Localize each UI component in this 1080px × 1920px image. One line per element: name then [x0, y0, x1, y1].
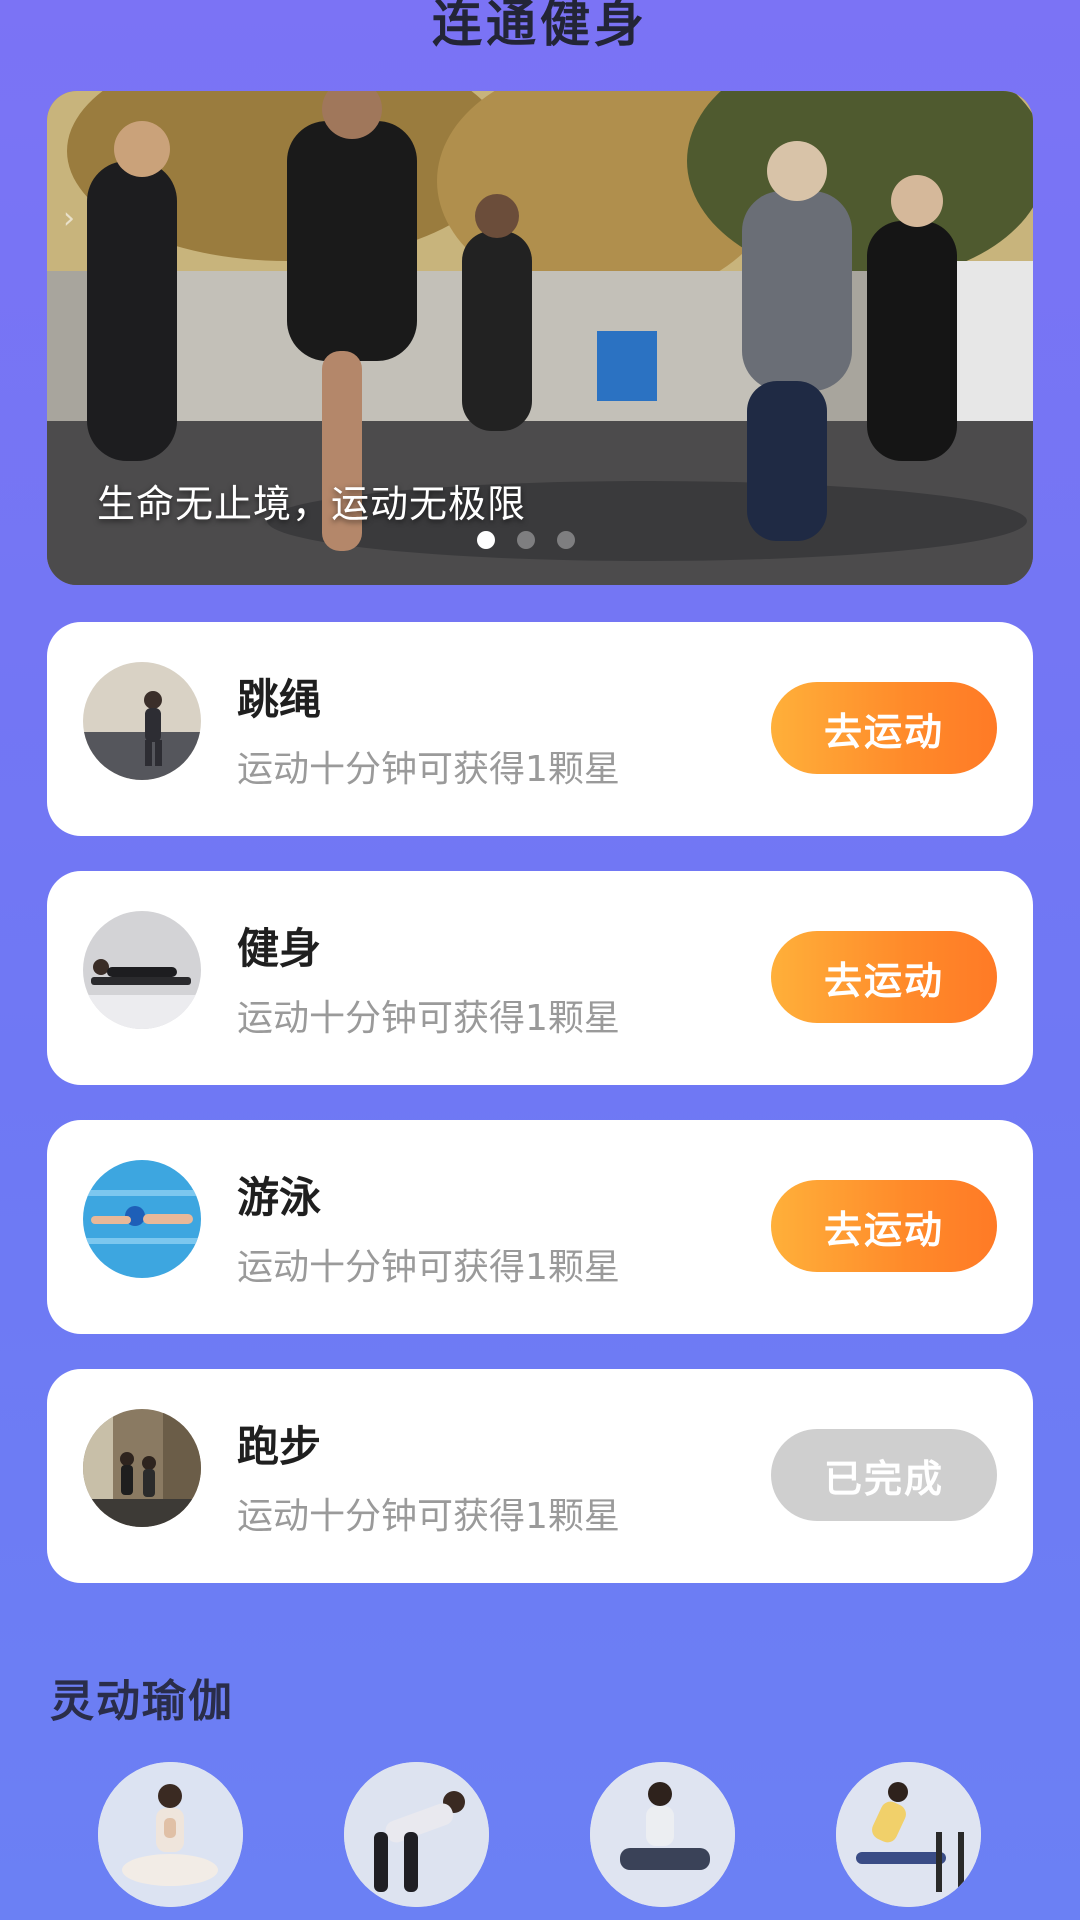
- yoga-bend-photo[interactable]: [344, 1762, 489, 1907]
- jump-rope-photo: [83, 662, 201, 780]
- yoga-seated-photo[interactable]: [590, 1762, 735, 1907]
- carousel-dot[interactable]: [517, 531, 535, 549]
- activity-card-jump-rope[interactable]: 跳绳 运动十分钟可获得1颗星 去运动: [47, 622, 1033, 836]
- yoga-chair-photo[interactable]: [836, 1762, 981, 1907]
- activity-name: 游泳: [237, 1173, 322, 1222]
- activity-desc: 运动十分钟可获得1颗星: [237, 998, 620, 1039]
- banner-caption: 生命无止境，运动无极限: [97, 482, 527, 526]
- yoga-list: [98, 1762, 982, 1912]
- activity-name: 跳绳: [237, 675, 322, 724]
- yoga-meditation-photo[interactable]: [98, 1762, 243, 1907]
- carousel-indicator: [477, 531, 575, 549]
- running-photo: [83, 1409, 201, 1527]
- activity-card-swimming[interactable]: 游泳 运动十分钟可获得1颗星 去运动: [47, 1120, 1033, 1334]
- start-exercise-button[interactable]: 去运动: [771, 682, 997, 774]
- start-exercise-button[interactable]: 去运动: [771, 1180, 997, 1272]
- activity-card-fitness[interactable]: 健身 运动十分钟可获得1颗星 去运动: [47, 871, 1033, 1085]
- activity-name: 跑步: [237, 1422, 322, 1471]
- start-exercise-button[interactable]: 去运动: [771, 931, 997, 1023]
- completed-button[interactable]: 已完成: [771, 1429, 997, 1521]
- banner-carousel[interactable]: › 生命无止境，运动无极限: [47, 91, 1033, 585]
- carousel-dot-active[interactable]: [477, 531, 495, 549]
- section-title-yoga: 灵动瑜伽: [50, 1676, 234, 1727]
- activity-desc: 运动十分钟可获得1颗星: [237, 1496, 620, 1537]
- plank-photo: [83, 911, 201, 1029]
- activity-card-running[interactable]: 跑步 运动十分钟可获得1颗星 已完成: [47, 1369, 1033, 1583]
- chevron-right-icon: ›: [63, 201, 75, 236]
- activity-name: 健身: [237, 924, 322, 973]
- activity-desc: 运动十分钟可获得1颗星: [237, 1247, 620, 1288]
- swimming-photo: [83, 1160, 201, 1278]
- activity-desc: 运动十分钟可获得1颗星: [237, 749, 620, 790]
- page-title: 连通健身: [432, 0, 648, 53]
- carousel-dot[interactable]: [557, 531, 575, 549]
